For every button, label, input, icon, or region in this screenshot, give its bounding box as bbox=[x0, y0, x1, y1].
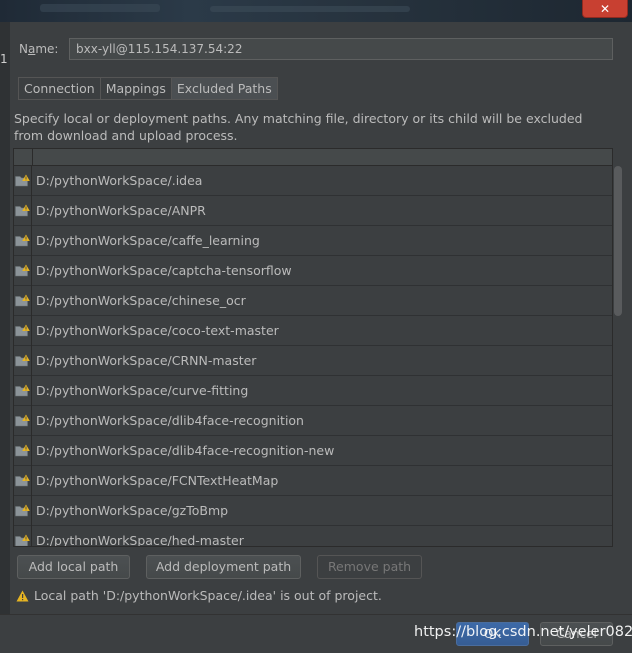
folder-warning-icon bbox=[15, 444, 30, 457]
row-icon-cell bbox=[14, 495, 32, 526]
close-button[interactable]: ✕ bbox=[582, 0, 628, 18]
add-local-path-button[interactable]: Add local path bbox=[17, 555, 130, 579]
watermark-text: https://blog.csdn.net/yeler082 bbox=[414, 624, 632, 640]
table-row[interactable]: D:/pythonWorkSpace/FCNTextHeatMap bbox=[14, 465, 612, 496]
background-blur bbox=[210, 6, 410, 12]
path-text: D:/pythonWorkSpace/dlib4face-recognition bbox=[36, 413, 304, 428]
description-text: Specify local or deployment paths. Any m… bbox=[14, 111, 583, 143]
row-icon-cell bbox=[14, 285, 32, 316]
left-edge-text: 1 bbox=[0, 52, 8, 66]
table-row[interactable]: D:/pythonWorkSpace/captcha-tensorflow bbox=[14, 255, 612, 286]
folder-warning-icon bbox=[15, 534, 30, 546]
row-icon-cell bbox=[14, 195, 32, 226]
folder-warning-icon bbox=[15, 384, 30, 397]
tab-mappings[interactable]: Mappings bbox=[99, 77, 171, 100]
row-icon-cell bbox=[14, 255, 32, 286]
warning-text: Local path 'D:/pythonWorkSpace/.idea' is… bbox=[34, 588, 382, 603]
path-text: D:/pythonWorkSpace/curve-fitting bbox=[36, 383, 249, 398]
table-rows: D:/pythonWorkSpace/.idea D:/pythonWorkSpa… bbox=[14, 165, 612, 547]
path-text: D:/pythonWorkSpace/.idea bbox=[36, 173, 203, 188]
path-text: D:/pythonWorkSpace/caffe_learning bbox=[36, 233, 260, 248]
tab-strip: Connection Mappings Excluded Paths bbox=[18, 77, 278, 100]
name-label: Name: bbox=[19, 42, 59, 56]
row-icon-cell bbox=[14, 375, 32, 406]
table-header bbox=[14, 149, 612, 166]
add-deployment-path-button[interactable]: Add deployment path bbox=[146, 555, 301, 579]
folder-warning-icon bbox=[15, 414, 30, 427]
table-row[interactable]: D:/pythonWorkSpace/ANPR bbox=[14, 195, 612, 226]
table-row[interactable]: D:/pythonWorkSpace/hed-master bbox=[14, 525, 612, 547]
vertical-scrollbar[interactable] bbox=[614, 166, 622, 316]
close-icon: ✕ bbox=[599, 1, 611, 16]
left-edge-panel bbox=[0, 22, 10, 653]
path-text: D:/pythonWorkSpace/ANPR bbox=[36, 203, 206, 218]
path-text: D:/pythonWorkSpace/chinese_ocr bbox=[36, 293, 246, 308]
row-icon-cell bbox=[14, 405, 32, 436]
folder-warning-icon bbox=[15, 474, 30, 487]
row-icon-cell bbox=[14, 225, 32, 256]
row-icon-cell bbox=[14, 345, 32, 376]
background-blur bbox=[40, 4, 160, 12]
excluded-paths-table[interactable]: D:/pythonWorkSpace/.idea D:/pythonWorkSpa… bbox=[13, 148, 613, 547]
path-text: D:/pythonWorkSpace/CRNN-master bbox=[36, 353, 257, 368]
folder-warning-icon bbox=[15, 324, 30, 337]
folder-warning-icon bbox=[15, 504, 30, 517]
warning-icon bbox=[16, 590, 29, 601]
folder-warning-icon bbox=[15, 234, 30, 247]
dialog-window: ✕ 1 Name: bxx-yll@115.154.137.54:22 Conn… bbox=[0, 0, 632, 653]
tab-excluded-paths[interactable]: Excluded Paths bbox=[170, 77, 278, 100]
table-row[interactable]: D:/pythonWorkSpace/dlib4face-recognition bbox=[14, 405, 612, 436]
row-icon-cell bbox=[14, 315, 32, 346]
table-header-icon-column bbox=[14, 149, 33, 165]
folder-warning-icon bbox=[15, 174, 30, 187]
folder-warning-icon bbox=[15, 264, 30, 277]
background-window-strip bbox=[0, 0, 632, 22]
warning-message: Local path 'D:/pythonWorkSpace/.idea' is… bbox=[16, 588, 382, 603]
table-row[interactable]: D:/pythonWorkSpace/CRNN-master bbox=[14, 345, 612, 376]
row-icon-cell bbox=[14, 165, 32, 196]
path-text: D:/pythonWorkSpace/captcha-tensorflow bbox=[36, 263, 292, 278]
row-icon-cell bbox=[14, 465, 32, 496]
table-row[interactable]: D:/pythonWorkSpace/caffe_learning bbox=[14, 225, 612, 256]
folder-warning-icon bbox=[15, 294, 30, 307]
row-icon-cell bbox=[14, 525, 32, 546]
row-icon-cell bbox=[14, 435, 32, 466]
tab-connection[interactable]: Connection bbox=[18, 77, 100, 100]
table-row[interactable]: D:/pythonWorkSpace/dlib4face-recognition… bbox=[14, 435, 612, 466]
path-text: D:/pythonWorkSpace/coco-text-master bbox=[36, 323, 279, 338]
name-input-value: bxx-yll@115.154.137.54:22 bbox=[76, 42, 243, 56]
path-text: D:/pythonWorkSpace/hed-master bbox=[36, 533, 244, 547]
table-row[interactable]: D:/pythonWorkSpace/coco-text-master bbox=[14, 315, 612, 346]
name-input[interactable]: bxx-yll@115.154.137.54:22 bbox=[69, 38, 613, 60]
table-row[interactable]: D:/pythonWorkSpace/chinese_ocr bbox=[14, 285, 612, 316]
path-text: D:/pythonWorkSpace/FCNTextHeatMap bbox=[36, 473, 279, 488]
path-text: D:/pythonWorkSpace/dlib4face-recognition… bbox=[36, 443, 335, 458]
path-text: D:/pythonWorkSpace/gzToBmp bbox=[36, 503, 229, 518]
table-row[interactable]: D:/pythonWorkSpace/.idea bbox=[14, 165, 612, 196]
table-row[interactable]: D:/pythonWorkSpace/curve-fitting bbox=[14, 375, 612, 406]
remove-path-button[interactable]: Remove path bbox=[317, 555, 422, 579]
folder-warning-icon bbox=[15, 354, 30, 367]
table-row[interactable]: D:/pythonWorkSpace/gzToBmp bbox=[14, 495, 612, 526]
folder-warning-icon bbox=[15, 204, 30, 217]
